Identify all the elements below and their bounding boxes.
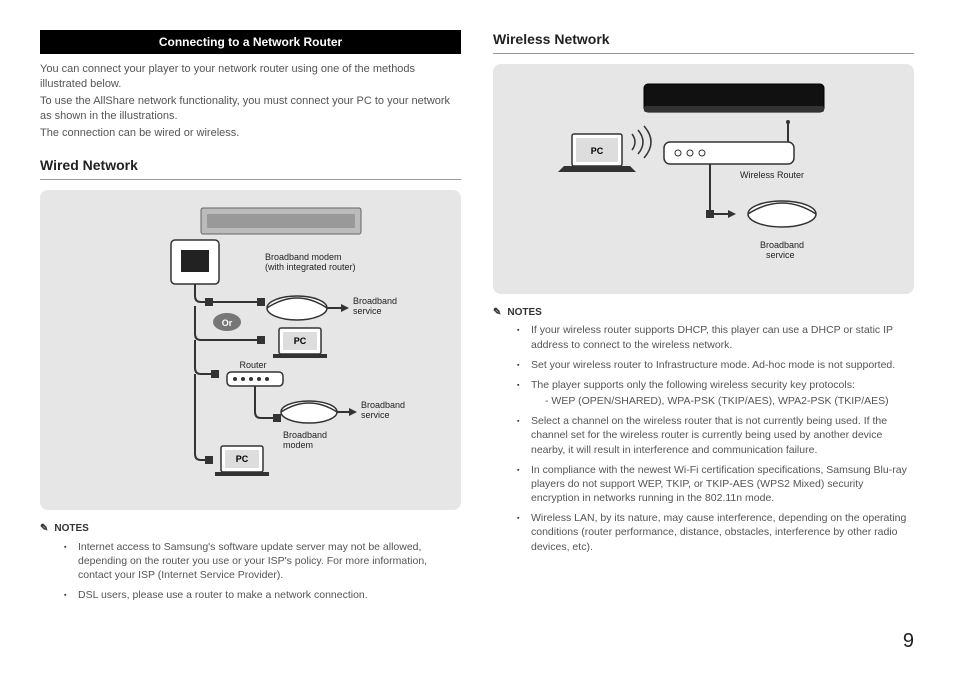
- intro-text: You can connect your player to your netw…: [40, 62, 461, 140]
- wireless-protocols: - WEP (OPEN/SHARED), WPA-PSK (TKIP/AES),…: [531, 394, 914, 408]
- wired-note-2: DSL users, please use a router to make a…: [68, 588, 461, 602]
- wireless-note-3: The player supports only the following w…: [521, 378, 914, 408]
- intro-line-1: You can connect your player to your netw…: [40, 62, 461, 92]
- label-broadband-service-1: Broadbandservice: [353, 296, 397, 316]
- wireless-note-5: In compliance with the newest Wi-Fi cert…: [521, 463, 914, 506]
- or-badge: Or: [221, 318, 232, 328]
- left-column: Connecting to a Network Router You can c…: [40, 30, 461, 608]
- wired-diagram-svg: Broadband modem(with integrated router) …: [51, 200, 451, 500]
- wired-note-1: Internet access to Samsung's software up…: [68, 540, 461, 583]
- label-broadband-service-2: Broadbandservice: [361, 400, 405, 420]
- right-column: Wireless Network PC Wi: [493, 30, 914, 608]
- wired-notes-list: Internet access to Samsung's software up…: [40, 540, 461, 603]
- pc-label-1: PC: [293, 336, 306, 346]
- wireless-notes-head: ✎ NOTES: [493, 306, 914, 320]
- wired-diagram: Broadband modem(with integrated router) …: [40, 190, 461, 510]
- wireless-note-6: Wireless LAN, by its nature, may cause i…: [521, 511, 914, 554]
- wireless-note-4: Select a channel on the wireless router …: [521, 414, 914, 457]
- wireless-diagram-svg: PC Wireless Router Broadbandser: [504, 74, 904, 284]
- wireless-pc-label: PC: [590, 146, 603, 156]
- pencil-icon: ✎: [40, 522, 48, 536]
- wireless-notes-list: If your wireless router supports DHCP, t…: [493, 323, 914, 553]
- wireless-router-label: Wireless Router: [740, 170, 804, 180]
- wireless-note-3-text: The player supports only the following w…: [531, 379, 855, 391]
- wireless-note-1: If your wireless router supports DHCP, t…: [521, 323, 914, 351]
- wired-rule: [40, 179, 461, 180]
- label-modem-integrated: Broadband modem(with integrated router): [265, 252, 356, 272]
- router-label: Router: [239, 360, 266, 370]
- intro-line-2: To use the AllShare network functionalit…: [40, 94, 461, 124]
- wireless-broadband-label: Broadbandservice: [760, 240, 804, 260]
- pencil-icon: ✎: [493, 306, 501, 320]
- page-number: 9: [903, 628, 914, 655]
- section-banner: Connecting to a Network Router: [40, 30, 461, 54]
- wireless-notes-label: NOTES: [507, 306, 541, 320]
- intro-line-3: The connection can be wired or wireless.: [40, 126, 461, 141]
- wired-notes-label: NOTES: [54, 522, 88, 536]
- wired-notes-head: ✎ NOTES: [40, 522, 461, 536]
- wired-heading: Wired Network: [40, 156, 461, 175]
- pc-label-2: PC: [235, 454, 248, 464]
- wireless-heading: Wireless Network: [493, 30, 914, 49]
- wireless-note-2: Set your wireless router to Infrastructu…: [521, 358, 914, 372]
- label-broadband-modem: Broadbandmodem: [283, 430, 327, 450]
- wireless-diagram: PC Wireless Router Broadbandser: [493, 64, 914, 294]
- wireless-rule: [493, 53, 914, 54]
